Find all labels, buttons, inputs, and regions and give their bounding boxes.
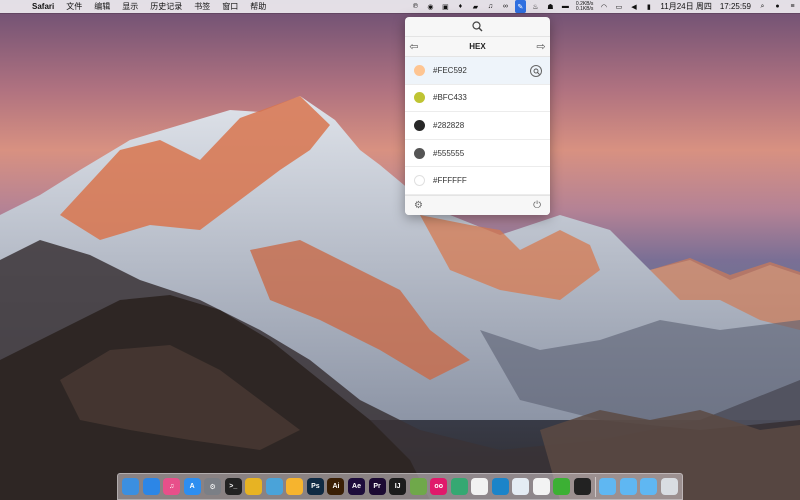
car-icon[interactable]: ▬: [560, 0, 571, 13]
menu-window[interactable]: 窗口: [216, 1, 244, 12]
spotlight-search-icon[interactable]: ⌕: [757, 0, 768, 13]
desktop-wallpaper: [0, 0, 800, 500]
color-hex-value: #282828: [433, 120, 465, 130]
dock-folder-documents-icon[interactable]: [619, 478, 637, 495]
dock-preview-icon[interactable]: [512, 478, 530, 495]
dock-after-effects-icon[interactable]: Ae: [348, 478, 366, 495]
menu-help[interactable]: 帮助: [244, 1, 272, 12]
wifi-icon[interactable]: ◠: [598, 0, 609, 13]
dock-premiere-icon[interactable]: Pr: [368, 478, 386, 495]
dock-sketch-icon[interactable]: [286, 478, 304, 495]
color-hex-value: #FFFFFF: [433, 176, 467, 186]
dock: ♫ A ⚙ >_ Ps Ai Ae Pr IJ oo: [117, 473, 683, 500]
settings-gear-icon[interactable]: ⚙: [414, 200, 423, 211]
color-swatch: [414, 147, 425, 159]
dock-flickr-icon[interactable]: oo: [430, 478, 448, 495]
dock-qq-icon[interactable]: [574, 478, 592, 495]
pinterest-icon[interactable]: ℗: [410, 0, 421, 13]
menu-view[interactable]: 显示: [116, 1, 144, 12]
dock-system-preferences-icon[interactable]: ⚙: [204, 478, 222, 495]
format-label: HEX: [469, 42, 486, 51]
magnifier-icon[interactable]: [472, 21, 483, 32]
color-swatch: [414, 119, 425, 131]
menu-edit[interactable]: 编辑: [88, 1, 116, 12]
picker-format-header: ⇦ HEX ⇨: [405, 37, 550, 57]
dock-separator: [594, 476, 596, 497]
picker-footer: ⚙ ⏻: [405, 195, 550, 215]
mountain-wallpaper-image: [0, 96, 800, 500]
turtle-icon[interactable]: ☗: [545, 0, 556, 13]
color-swatch: [414, 64, 425, 76]
next-format-arrow-icon[interactable]: ⇨: [535, 40, 547, 53]
network-speed: 0.2KB/s 0.1KB/s: [575, 1, 594, 12]
color-hex-value: #FEC592: [433, 65, 467, 75]
dock-android-studio-icon[interactable]: [409, 478, 427, 495]
dock-wechat-icon[interactable]: [553, 478, 571, 495]
video-icon[interactable]: ▰: [470, 0, 481, 13]
droplet-icon[interactable]: ♦: [455, 0, 466, 13]
menu-bar: Safari 文件 编辑 显示 历史记录 书签 窗口 帮助 ℗ ◉ ▣ ♦ ▰ …: [0, 0, 800, 13]
color-row[interactable]: #555555: [405, 140, 550, 168]
picker-search-bar: [405, 17, 550, 37]
color-row[interactable]: #FEC592: [405, 57, 550, 85]
dock-photo-app-icon[interactable]: [265, 478, 283, 495]
sound-icon[interactable]: ◀: [628, 0, 639, 13]
dock-safari-icon[interactable]: [142, 478, 160, 495]
dock-folder-downloads-icon[interactable]: [640, 478, 658, 495]
dock-photoshop-icon[interactable]: Ps: [306, 478, 324, 495]
magnify-color-icon[interactable]: [530, 65, 542, 77]
menubar-time[interactable]: 17:25:59: [720, 2, 751, 11]
color-hex-value: #555555: [433, 148, 465, 158]
flame-icon[interactable]: ♨: [530, 0, 541, 13]
dock-intellij-icon[interactable]: IJ: [389, 478, 407, 495]
color-picker-popover: ⇦ HEX ⇨ #FEC592 #BFC433 #282828 #555555 …: [405, 17, 550, 215]
color-picker-icon[interactable]: ✎: [514, 0, 526, 13]
notification-center-icon[interactable]: ≡: [787, 0, 798, 13]
dock-finder-icon[interactable]: [122, 478, 139, 495]
power-icon[interactable]: ⏻: [533, 200, 541, 211]
dock-itunes-icon[interactable]: ♫: [163, 478, 181, 495]
menubar-date[interactable]: 11月24日 周四: [660, 1, 711, 12]
menu-bookmarks[interactable]: 书签: [188, 1, 216, 12]
glasses-icon[interactable]: ∞: [500, 0, 511, 13]
eye-icon[interactable]: ◉: [425, 0, 436, 13]
airplay-icon[interactable]: ▭: [613, 0, 624, 13]
menu-app-name[interactable]: Safari: [26, 2, 60, 11]
status-area: ℗ ◉ ▣ ♦ ▰ ♫ ∞ ✎ ♨ ☗ ▬ 0.2KB/s 0.1KB/s ◠ …: [408, 0, 800, 13]
color-swatch: [414, 92, 425, 104]
dock-grapher-icon[interactable]: [450, 478, 468, 495]
dock-folder-applications-icon[interactable]: [599, 478, 617, 495]
dock-app-store-icon[interactable]: A: [183, 478, 201, 495]
dock-illustrator-icon[interactable]: Ai: [327, 478, 345, 495]
bell-icon[interactable]: ♫: [485, 0, 496, 13]
dock-weibo-icon[interactable]: [532, 478, 550, 495]
color-hex-value: #BFC433: [433, 93, 467, 103]
menu-history[interactable]: 历史记录: [144, 1, 188, 12]
menu-file[interactable]: 文件: [60, 1, 88, 12]
user-avatar-icon[interactable]: ●: [772, 0, 783, 13]
box-icon[interactable]: ▣: [440, 0, 451, 13]
color-swatch: [414, 175, 425, 187]
dock-trash-icon[interactable]: [660, 478, 678, 495]
color-row[interactable]: #FFFFFF: [405, 167, 550, 195]
previous-format-arrow-icon[interactable]: ⇦: [408, 40, 420, 53]
dock-terminal-icon[interactable]: >_: [224, 478, 242, 495]
color-row[interactable]: #BFC433: [405, 85, 550, 113]
color-row[interactable]: #282828: [405, 112, 550, 140]
battery-icon[interactable]: ▮: [643, 0, 654, 13]
color-history-list: #FEC592 #BFC433 #282828 #555555 #FFFFFF: [405, 57, 550, 195]
dock-photos-icon[interactable]: [471, 478, 489, 495]
net-down-speed: 0.1KB/s: [575, 5, 594, 12]
dock-chrome-icon[interactable]: [245, 478, 263, 495]
dock-screen-capture-icon[interactable]: [491, 478, 509, 495]
